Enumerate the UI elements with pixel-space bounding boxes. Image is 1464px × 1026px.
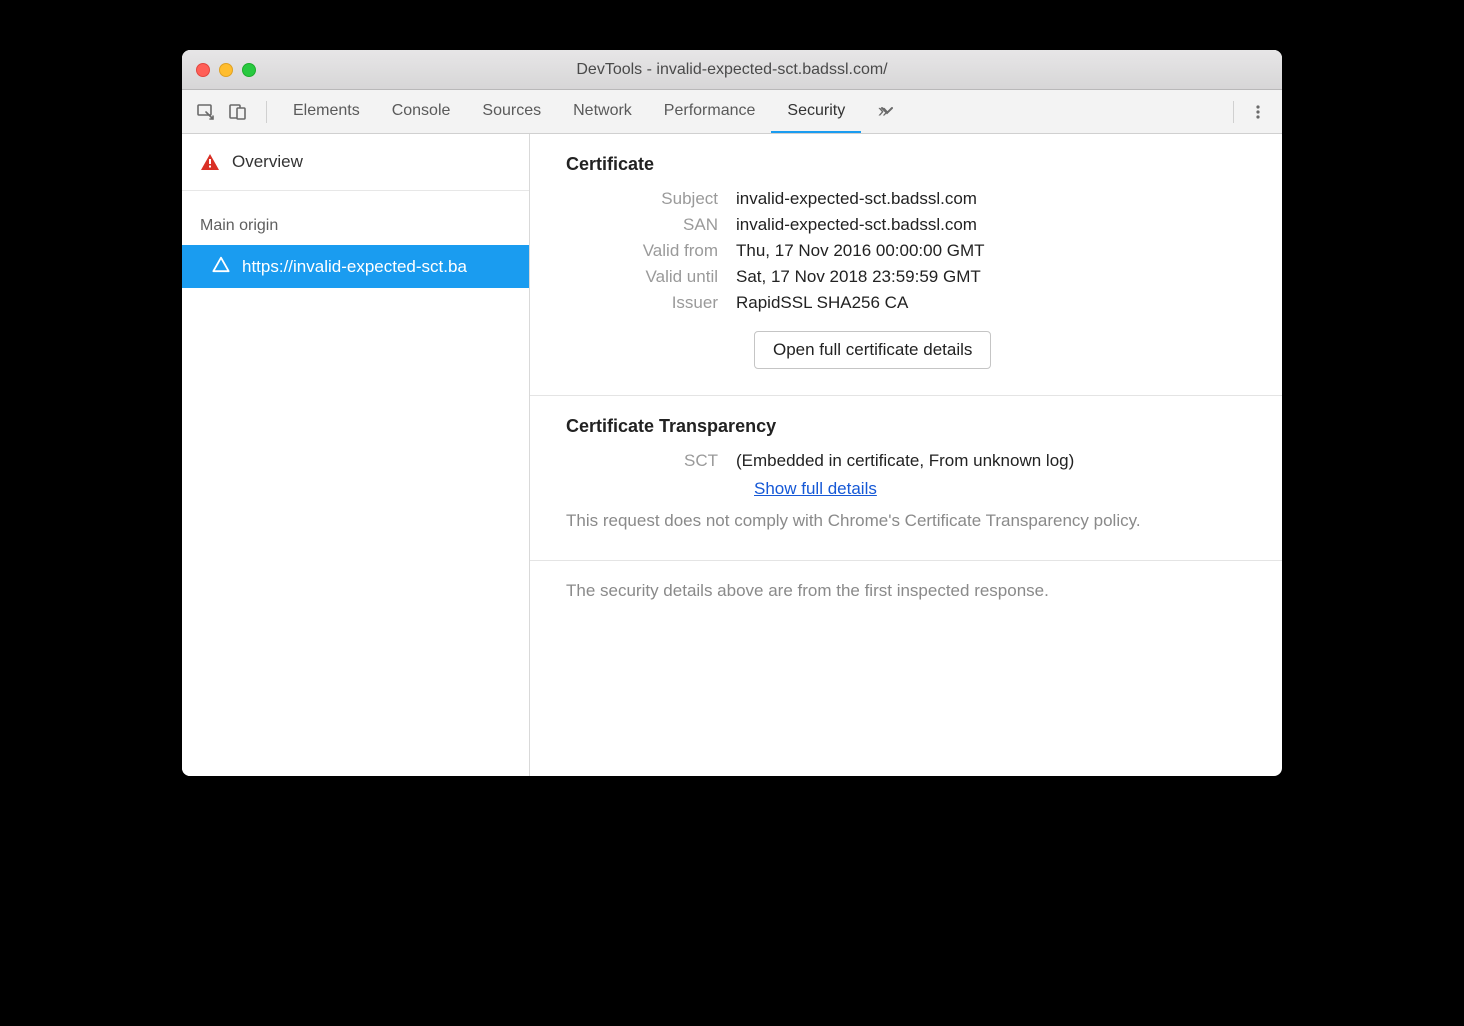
panel-body: Overview Main origin https://invalid-exp… — [182, 134, 1282, 776]
value-sct: (Embedded in certificate, From unknown l… — [736, 451, 1074, 471]
kebab-menu-icon[interactable] — [1244, 98, 1272, 126]
tab-sources[interactable]: Sources — [466, 91, 557, 133]
warning-triangle-outline-icon — [212, 255, 230, 278]
label-sct: SCT — [566, 451, 736, 471]
devtools-window: DevTools - invalid-expected-sct.badssl.c… — [182, 50, 1282, 776]
inspect-element-icon[interactable] — [192, 98, 220, 126]
ct-section: Certificate Transparency SCT(Embedded in… — [530, 396, 1282, 561]
label-valid-until: Valid until — [566, 267, 736, 287]
label-san: SAN — [566, 215, 736, 235]
origin-row[interactable]: https://invalid-expected-sct.ba — [182, 245, 529, 288]
warning-triangle-icon — [200, 152, 220, 172]
tab-console[interactable]: Console — [376, 91, 467, 133]
more-tabs-icon[interactable]: » — [869, 98, 897, 126]
devtools-toolbar: Elements Console Sources Network Perform… — [182, 90, 1282, 134]
value-issuer: RapidSSL SHA256 CA — [736, 293, 908, 313]
minimize-window-button[interactable] — [219, 63, 233, 77]
tab-elements[interactable]: Elements — [277, 91, 376, 133]
certificate-section: Certificate Subjectinvalid-expected-sct.… — [530, 134, 1282, 396]
show-full-details-link[interactable]: Show full details — [754, 479, 877, 498]
security-details: Certificate Subjectinvalid-expected-sct.… — [530, 134, 1282, 776]
value-san: invalid-expected-sct.badssl.com — [736, 215, 977, 235]
window-title: DevTools - invalid-expected-sct.badssl.c… — [182, 61, 1282, 79]
label-subject: Subject — [566, 189, 736, 209]
footnote: The security details above are from the … — [530, 561, 1282, 621]
tab-network[interactable]: Network — [557, 91, 648, 133]
value-valid-from: Thu, 17 Nov 2016 00:00:00 GMT — [736, 241, 985, 261]
window-controls — [196, 63, 256, 77]
security-sidebar: Overview Main origin https://invalid-exp… — [182, 134, 530, 776]
open-certificate-details-button[interactable]: Open full certificate details — [754, 331, 991, 369]
label-issuer: Issuer — [566, 293, 736, 313]
close-window-button[interactable] — [196, 63, 210, 77]
value-subject: invalid-expected-sct.badssl.com — [736, 189, 977, 209]
sidebar-overview[interactable]: Overview — [182, 134, 529, 191]
ct-compliance-note: This request does not comply with Chrome… — [566, 509, 1246, 534]
separator — [1233, 101, 1234, 123]
zoom-window-button[interactable] — [242, 63, 256, 77]
label-valid-from: Valid from — [566, 241, 736, 261]
separator — [266, 101, 267, 123]
tab-performance[interactable]: Performance — [648, 91, 772, 133]
origin-url: https://invalid-expected-sct.ba — [242, 257, 467, 277]
certificate-heading: Certificate — [566, 154, 1246, 175]
ct-heading: Certificate Transparency — [566, 416, 1246, 437]
titlebar: DevTools - invalid-expected-sct.badssl.c… — [182, 50, 1282, 90]
value-valid-until: Sat, 17 Nov 2018 23:59:59 GMT — [736, 267, 981, 287]
panel-tabs: Elements Console Sources Network Perform… — [277, 91, 861, 133]
overview-label: Overview — [232, 152, 303, 172]
device-toolbar-icon[interactable] — [224, 98, 252, 126]
tab-security[interactable]: Security — [771, 91, 861, 133]
main-origin-header: Main origin — [182, 191, 529, 245]
